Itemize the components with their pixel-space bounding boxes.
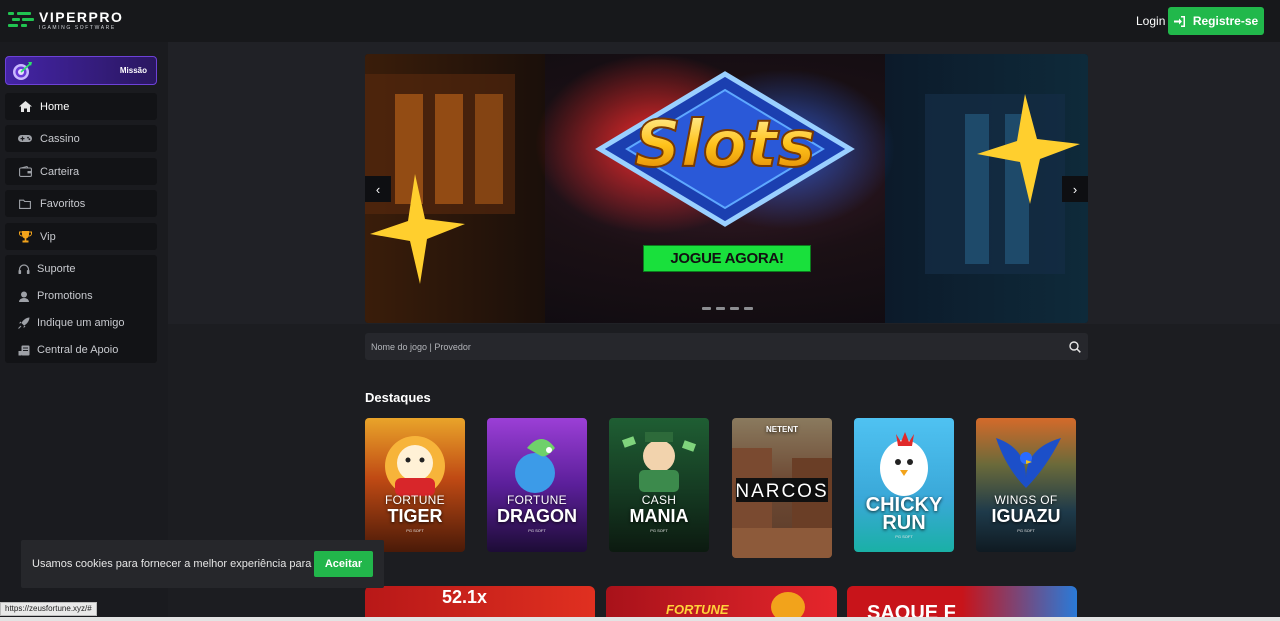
promo-card-multiplier[interactable]: 52.1x [365,586,595,621]
browser-status-url: https://zeusfortune.xyz/# [0,602,97,616]
game-card-chicky-run[interactable]: CHICKY RUN PG SOFT [854,418,954,552]
register-label: Registre-se [1192,14,1259,28]
sidebar-item-central[interactable]: Central de Apoio [18,344,118,356]
sidebar-item-promotions[interactable]: Promotions [18,290,93,302]
carousel-next-button[interactable]: › [1062,176,1088,202]
carousel-dot[interactable] [716,307,725,310]
highlights-title: Destaques [365,390,431,405]
sidebar-label-promotions: Promotions [37,290,93,302]
game-title-line2: DRAGON [497,506,577,526]
game-card-wings-of-iguazu[interactable]: WINGS OF IGUAZU PG SOFT [976,418,1076,552]
trophy-icon [18,230,32,242]
carousel-prev-button[interactable]: ‹ [365,176,391,202]
sidebar-label-vip: Vip [40,230,56,243]
sidebar-label-central: Central de Apoio [37,344,119,356]
promo-card-fortune[interactable]: FORTUNE [606,586,837,621]
sidebar-item-favoritos[interactable]: Favoritos [5,190,157,217]
game-card-fortune-dragon[interactable]: FORTUNE DRAGON PG SOFT [487,418,587,552]
promo-text: FORTUNE [666,602,729,617]
play-now-button[interactable]: JOGUE AGORA! [643,245,811,272]
register-button[interactable]: Registre-se [1168,7,1264,35]
sidebar-item-suporte[interactable]: Suporte [18,263,76,275]
logo-name: VIPERPRO [39,8,124,25]
game-card-narcos[interactable]: NETENT NARCOS [732,418,832,558]
carousel-dot[interactable] [702,307,711,310]
game-title-line1: FORTUNE [507,493,567,507]
headset-icon [18,263,30,274]
sidebar-label-suporte: Suporte [37,263,76,275]
game-card-fortune-tiger[interactable]: FORTUNE TIGER PG SOFT [365,418,465,552]
folder-icon [19,199,31,209]
game-search-bar [365,333,1088,360]
sidebar-label-favoritos: Favoritos [40,197,86,210]
gamepad-icon [18,135,32,142]
sidebar-item-home[interactable]: Home [5,93,157,120]
cookie-banner: Usamos cookies para fornecer a melhor ex… [21,540,384,588]
game-title-line1: WINGS OF [994,493,1058,507]
search-icon[interactable] [1069,341,1081,353]
rocket-icon [18,317,30,329]
game-title-line2: NARCOS [735,481,829,502]
carousel-dots [702,307,753,310]
game-title-line1: CASH [641,493,677,507]
sidebar-label-carteira: Carteira [40,165,80,178]
logo-mark-icon [8,9,34,31]
logo-subtitle: IGAMING SOFTWARE [39,24,116,31]
sidebar-label-indique: Indique um amigo [37,317,125,329]
chevron-right-icon: › [1072,181,1078,197]
game-title-line2: MANIA [629,506,689,526]
game-title-line2: RUN [882,512,926,534]
support-menu: Suporte Promotions Indique um amigo Cent… [5,255,157,363]
slots-artwork: Slots [365,54,1088,323]
wallet-icon [18,166,32,177]
cookie-message: Usamos cookies para fornecer a melhor ex… [32,558,341,570]
sidebar-label-cassino: Cassino [40,132,80,145]
carousel-dot[interactable] [744,307,753,310]
support-center-icon [18,345,30,355]
carousel-dot[interactable] [730,307,739,310]
game-provider: PG SOFT [528,528,546,533]
game-provider: PG SOFT [650,528,668,533]
mission-button[interactable]: Missão [5,56,157,85]
game-provider: PG SOFT [406,528,424,533]
game-card-cash-mania[interactable]: CASH MANIA PG SOFT [609,418,709,552]
sidebar-label-home: Home [40,100,70,113]
user-icon [19,291,29,302]
hero-carousel[interactable]: Slots JOGUE AGORA! [365,54,1088,323]
cookie-accept-button[interactable]: Aceitar [314,551,373,577]
target-icon [13,61,32,80]
sidebar-item-carteira[interactable]: Carteira [5,158,157,185]
home-icon [18,101,32,112]
game-title-line1: NETENT [766,425,798,434]
game-search-input[interactable] [371,339,1051,354]
chevron-left-icon: ‹ [375,181,381,197]
game-title-line2: TIGER [387,506,443,526]
sign-in-icon [1173,15,1185,27]
mission-label: Missão [119,66,147,75]
sidebar: Missão Home Cassino Carteira Favoritos V… [0,42,168,621]
sidebar-item-vip[interactable]: Vip [5,223,157,250]
promo-card-saque[interactable]: SAQUE F [847,586,1077,621]
viperpro-logo[interactable]: VIPERPRO IGAMING SOFTWARE [8,9,123,31]
top-header: VIPERPRO IGAMING SOFTWARE Login Registre… [0,0,1280,42]
promo-text: 52.1x [442,587,488,607]
login-link[interactable]: Login [1136,14,1165,28]
game-provider: PG SOFT [895,534,913,539]
banner-headline: Slots [635,108,816,182]
game-title-line1: FORTUNE [385,493,445,507]
sidebar-item-indique[interactable]: Indique um amigo [18,317,124,329]
sidebar-item-cassino[interactable]: Cassino [5,125,157,152]
browser-bottom-edge [0,617,1280,621]
game-title-line2: IGUAZU [991,506,1061,526]
game-provider: PG SOFT [1017,528,1035,533]
